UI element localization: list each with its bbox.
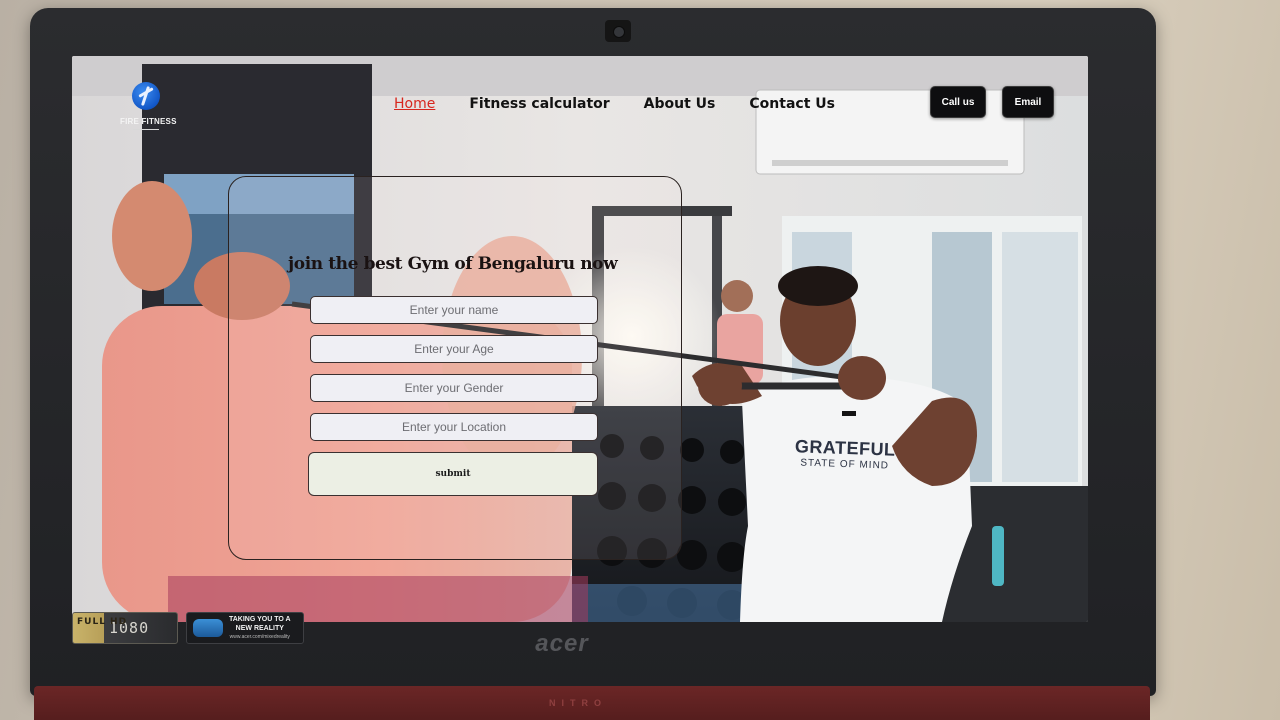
nav-link-fitness-calculator[interactable]: Fitness calculator: [469, 96, 609, 112]
webcam-icon: [605, 20, 631, 42]
signup-form-card: [228, 176, 682, 560]
location-input[interactable]: [310, 413, 598, 441]
full-hd-sticker: FULL HD 1080: [72, 612, 178, 644]
vr-headset-icon: [193, 619, 223, 637]
nav-link-about-us[interactable]: About Us: [644, 96, 716, 112]
age-input[interactable]: [310, 335, 598, 363]
nav-link-contact-us[interactable]: Contact Us: [749, 96, 835, 112]
nitro-label: NITRO: [549, 698, 607, 708]
mixed-reality-sticker: TAKING YOU TO A NEW REALITY www.acer.com…: [186, 612, 304, 644]
call-us-button[interactable]: Call us: [930, 86, 986, 118]
laptop-screen: FIRE FITNESS Home Fitness calculator Abo…: [72, 56, 1088, 622]
logo-text: FIRE FITNESS: [120, 117, 177, 126]
logo-mark-icon: [132, 82, 160, 110]
main-nav: Home Fitness calculator About Us Contact…: [394, 96, 869, 112]
hd-sticker-small-text: FULL HD: [77, 617, 128, 627]
submit-button[interactable]: submit: [308, 452, 598, 496]
form-title: join the best Gym of Bengaluru now: [288, 254, 618, 274]
acer-logo: acer: [535, 630, 589, 657]
nav-link-home[interactable]: Home: [394, 96, 435, 112]
mr-url: www.acer.com/mixedreality: [229, 633, 290, 640]
gender-input[interactable]: [310, 374, 598, 402]
name-input[interactable]: [310, 296, 598, 324]
email-button[interactable]: Email: [1002, 86, 1054, 118]
mr-sticker-text: TAKING YOU TO A NEW REALITY www.acer.com…: [229, 615, 291, 642]
shirt-print: GRATEFUL STATE OF MIND: [789, 436, 900, 472]
logo-divider: [133, 129, 159, 130]
mr-line-2: NEW REALITY: [235, 624, 284, 632]
site-logo[interactable]: FIRE FITNESS: [120, 82, 177, 130]
mr-line-1: TAKING YOU TO A: [229, 615, 291, 623]
